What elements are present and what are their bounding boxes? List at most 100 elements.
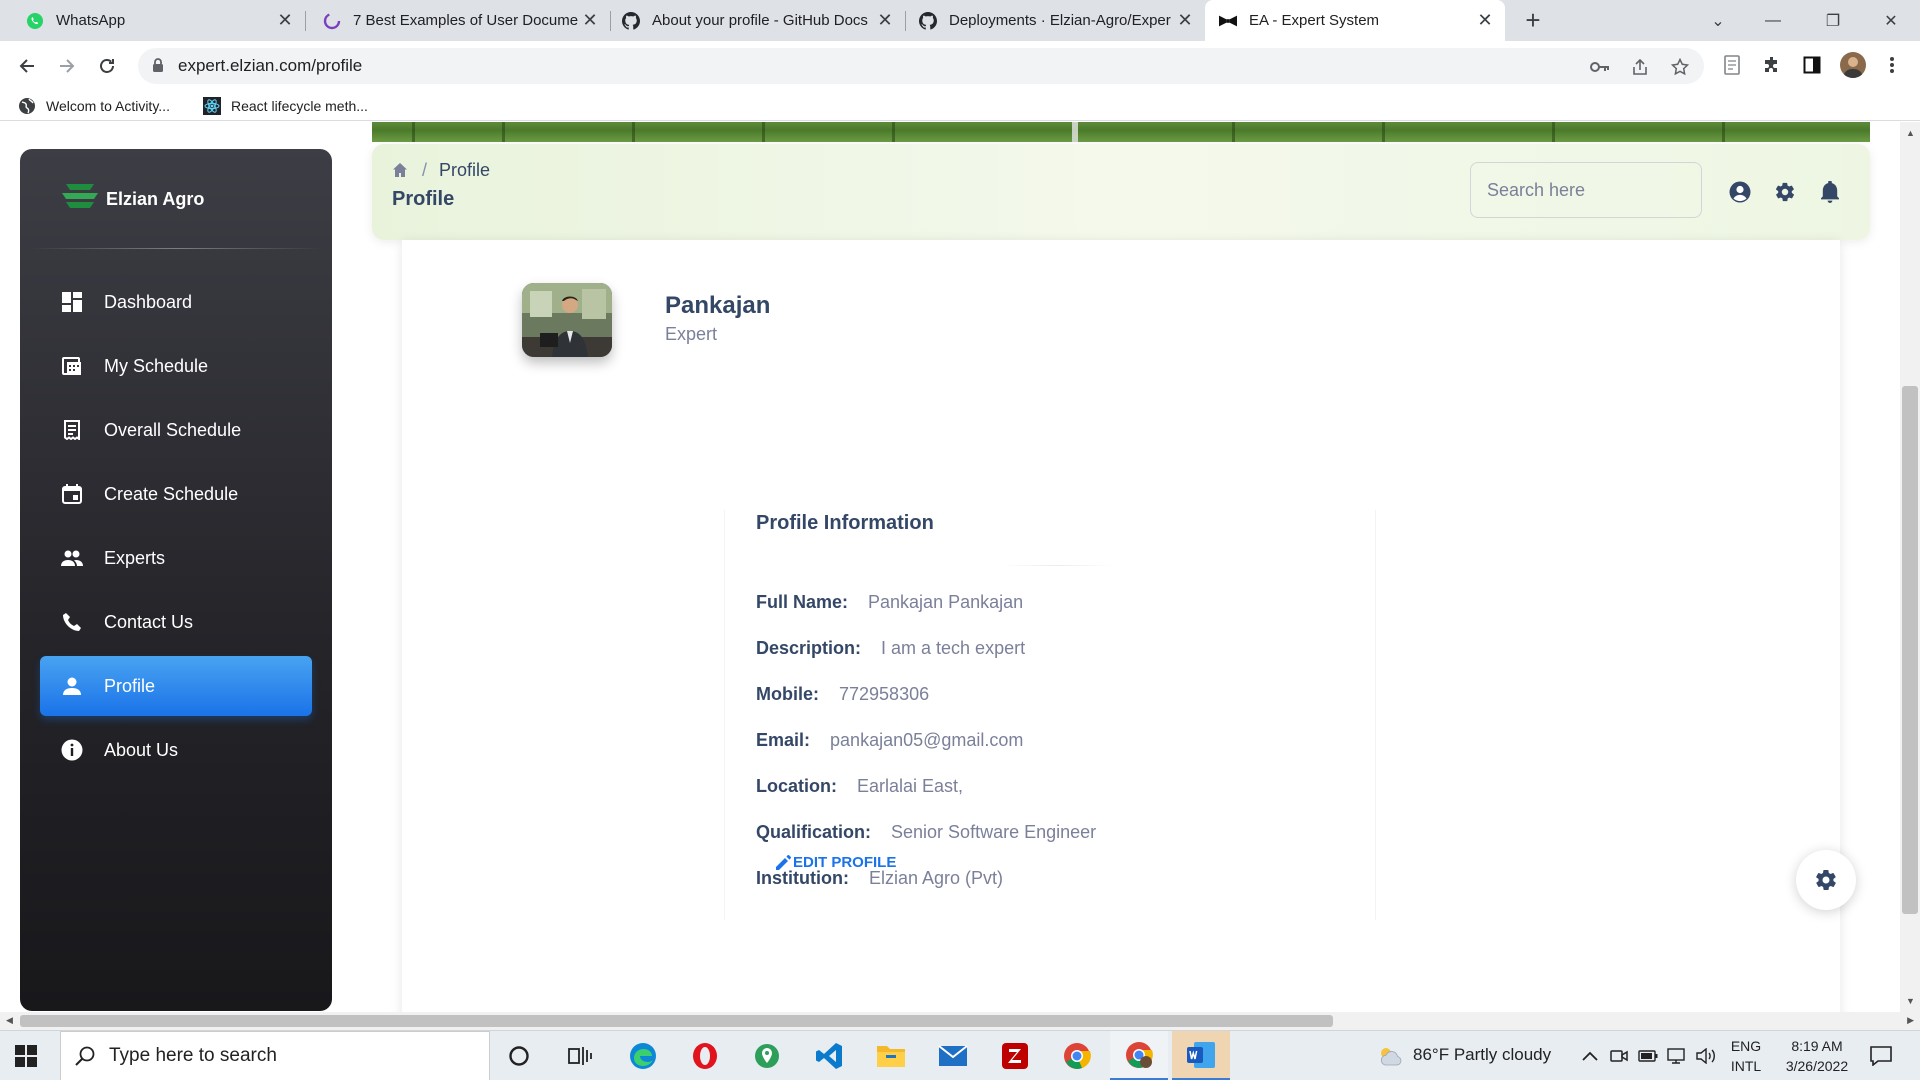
sidebar-item-about-us[interactable]: About Us bbox=[40, 720, 312, 780]
address-bar[interactable]: expert.elzian.com/profile bbox=[138, 48, 1704, 84]
sidebar-item-experts[interactable]: Experts bbox=[40, 528, 312, 588]
tab-title: 7 Best Examples of User Docume bbox=[353, 12, 579, 29]
scroll-down-arrow-icon[interactable]: ▼ bbox=[1906, 996, 1915, 1006]
scrollbar-thumb[interactable] bbox=[20, 1015, 1333, 1027]
bookmark-react[interactable]: React lifecycle meth... bbox=[203, 95, 368, 117]
key-icon[interactable] bbox=[1590, 57, 1610, 77]
weather-text[interactable]: 86°F Partly cloudy bbox=[1413, 1045, 1551, 1065]
settings-icon[interactable] bbox=[1773, 180, 1797, 204]
chevron-up-icon[interactable] bbox=[1580, 1046, 1600, 1066]
scroll-right-arrow-icon[interactable]: ▶ bbox=[1907, 1015, 1914, 1026]
windows-start-icon[interactable] bbox=[15, 1045, 37, 1067]
scrollbar-thumb[interactable] bbox=[1902, 386, 1918, 914]
share-icon[interactable] bbox=[1630, 57, 1650, 77]
extensions-icon[interactable] bbox=[1760, 53, 1784, 77]
volume-icon[interactable] bbox=[1696, 1046, 1716, 1066]
account-circle-icon[interactable] bbox=[1728, 180, 1752, 204]
close-window-button[interactable]: ✕ bbox=[1868, 0, 1914, 41]
vscode-app-icon[interactable] bbox=[800, 1031, 858, 1080]
tab-expert-system[interactable]: EA - Expert System ✕ bbox=[1205, 0, 1505, 41]
tab-github-docs[interactable]: About your profile - GitHub Docs ✕ bbox=[610, 0, 905, 41]
brand-name: Elzian Agro bbox=[106, 188, 205, 209]
sidebar: Elzian Agro Dashboard My Schedule Overal… bbox=[20, 149, 332, 1011]
bookmark-label: React lifecycle meth... bbox=[231, 98, 368, 114]
input-language[interactable]: ENG INTL bbox=[1726, 1036, 1766, 1076]
person-icon bbox=[60, 674, 84, 698]
vertical-scrollbar[interactable]: ▲ ▼ bbox=[1900, 122, 1920, 1012]
info-label: Email: bbox=[756, 730, 811, 750]
configurator-button[interactable] bbox=[1796, 850, 1856, 910]
info-label: Description: bbox=[756, 638, 862, 658]
edit-profile-button[interactable]: EDIT PROFILE bbox=[776, 854, 896, 871]
maps-app-icon[interactable] bbox=[738, 1031, 796, 1080]
user-role: Expert bbox=[665, 324, 718, 344]
profile-avatar[interactable] bbox=[1840, 52, 1866, 78]
close-icon[interactable]: ✕ bbox=[580, 10, 600, 31]
horizontal-scrollbar[interactable]: ◀ ▶ bbox=[0, 1012, 1920, 1030]
brand[interactable]: Elzian Agro bbox=[60, 183, 205, 214]
weather-partly-cloudy-icon[interactable] bbox=[1376, 1046, 1406, 1066]
bookmark-activity[interactable]: Welcom to Activity... bbox=[18, 95, 170, 117]
back-button[interactable] bbox=[12, 51, 42, 81]
notifications-icon[interactable] bbox=[1868, 1046, 1894, 1066]
forward-button[interactable] bbox=[52, 51, 82, 81]
sidebar-item-profile[interactable]: Profile bbox=[40, 656, 312, 716]
scroll-left-arrow-icon[interactable]: ◀ bbox=[6, 1015, 13, 1026]
home-icon[interactable] bbox=[392, 162, 410, 180]
close-icon[interactable]: ✕ bbox=[275, 10, 295, 31]
network-icon[interactable] bbox=[1667, 1046, 1687, 1066]
close-icon[interactable]: ✕ bbox=[875, 10, 895, 31]
search-input[interactable] bbox=[1470, 162, 1702, 218]
tab-whatsapp[interactable]: WhatsApp ✕ bbox=[0, 0, 305, 41]
close-icon[interactable]: ✕ bbox=[1475, 10, 1495, 31]
restore-button[interactable]: ❐ bbox=[1810, 0, 1856, 41]
tab-deployments[interactable]: Deployments · Elzian-Agro/Exper ✕ bbox=[905, 0, 1205, 41]
taskbar-search-input[interactable]: Type here to search bbox=[60, 1031, 490, 1080]
chrome-app-icon[interactable] bbox=[1048, 1031, 1106, 1080]
close-icon[interactable]: ✕ bbox=[1175, 10, 1195, 31]
profile-info-title: Profile Information bbox=[756, 512, 934, 534]
side-panel-icon[interactable] bbox=[1800, 53, 1824, 77]
edge-app-icon[interactable] bbox=[614, 1031, 672, 1080]
sidebar-item-dashboard[interactable]: Dashboard bbox=[40, 272, 312, 332]
star-icon[interactable] bbox=[1670, 57, 1690, 77]
sidebar-item-contact-us[interactable]: Contact Us bbox=[40, 592, 312, 652]
mail-app-icon[interactable] bbox=[924, 1031, 982, 1080]
cortana-icon[interactable] bbox=[490, 1031, 548, 1080]
reload-button[interactable] bbox=[92, 51, 122, 81]
meet-now-icon[interactable] bbox=[1609, 1046, 1629, 1066]
sidebar-item-my-schedule[interactable]: My Schedule bbox=[40, 336, 312, 396]
sidebar-item-overall-schedule[interactable]: Overall Schedule bbox=[40, 400, 312, 460]
settings-icon bbox=[1814, 868, 1838, 892]
tab-user-docs[interactable]: 7 Best Examples of User Docume ✕ bbox=[305, 0, 610, 41]
sidebar-item-label: Profile bbox=[104, 675, 156, 696]
info-label: Location: bbox=[756, 776, 837, 796]
word-app-icon[interactable] bbox=[1172, 1031, 1230, 1080]
info-row-full-name: Full Name: Pankajan Pankajan bbox=[756, 592, 1023, 613]
sidebar-item-label: My Schedule bbox=[104, 355, 209, 376]
tab-title: EA - Expert System bbox=[1249, 12, 1380, 29]
bookmark-label: Welcom to Activity... bbox=[46, 98, 170, 114]
battery-icon[interactable] bbox=[1638, 1046, 1658, 1066]
task-view-icon[interactable] bbox=[551, 1031, 609, 1080]
language-code: ENG bbox=[1730, 1038, 1762, 1054]
dashboard-icon bbox=[60, 290, 84, 314]
clock[interactable]: 8:19 AM 3/26/2022 bbox=[1772, 1036, 1862, 1076]
profile-info-divider bbox=[1002, 565, 1112, 566]
info-row-email: Email: pankajan05@gmail.com bbox=[756, 730, 1023, 751]
tab-search-icon[interactable]: ⌄ bbox=[1695, 0, 1741, 41]
sidebar-item-label: Experts bbox=[104, 547, 166, 568]
file-explorer-icon[interactable] bbox=[862, 1031, 920, 1080]
new-tab-button[interactable]: + bbox=[1520, 7, 1546, 34]
filezilla-app-icon[interactable] bbox=[986, 1031, 1044, 1080]
bowtie-icon bbox=[1219, 12, 1237, 30]
notification-bell-icon[interactable] bbox=[1818, 180, 1842, 204]
minimize-button[interactable]: — bbox=[1750, 0, 1796, 41]
brand-logo-icon bbox=[60, 180, 100, 219]
opera-app-icon[interactable] bbox=[676, 1031, 734, 1080]
scroll-up-arrow-icon[interactable]: ▲ bbox=[1906, 128, 1915, 138]
chrome-profile-app-icon[interactable] bbox=[1110, 1031, 1168, 1080]
menu-icon[interactable] bbox=[1880, 53, 1904, 77]
sidebar-item-create-schedule[interactable]: Create Schedule bbox=[40, 464, 312, 524]
reading-list-icon[interactable] bbox=[1720, 53, 1744, 77]
